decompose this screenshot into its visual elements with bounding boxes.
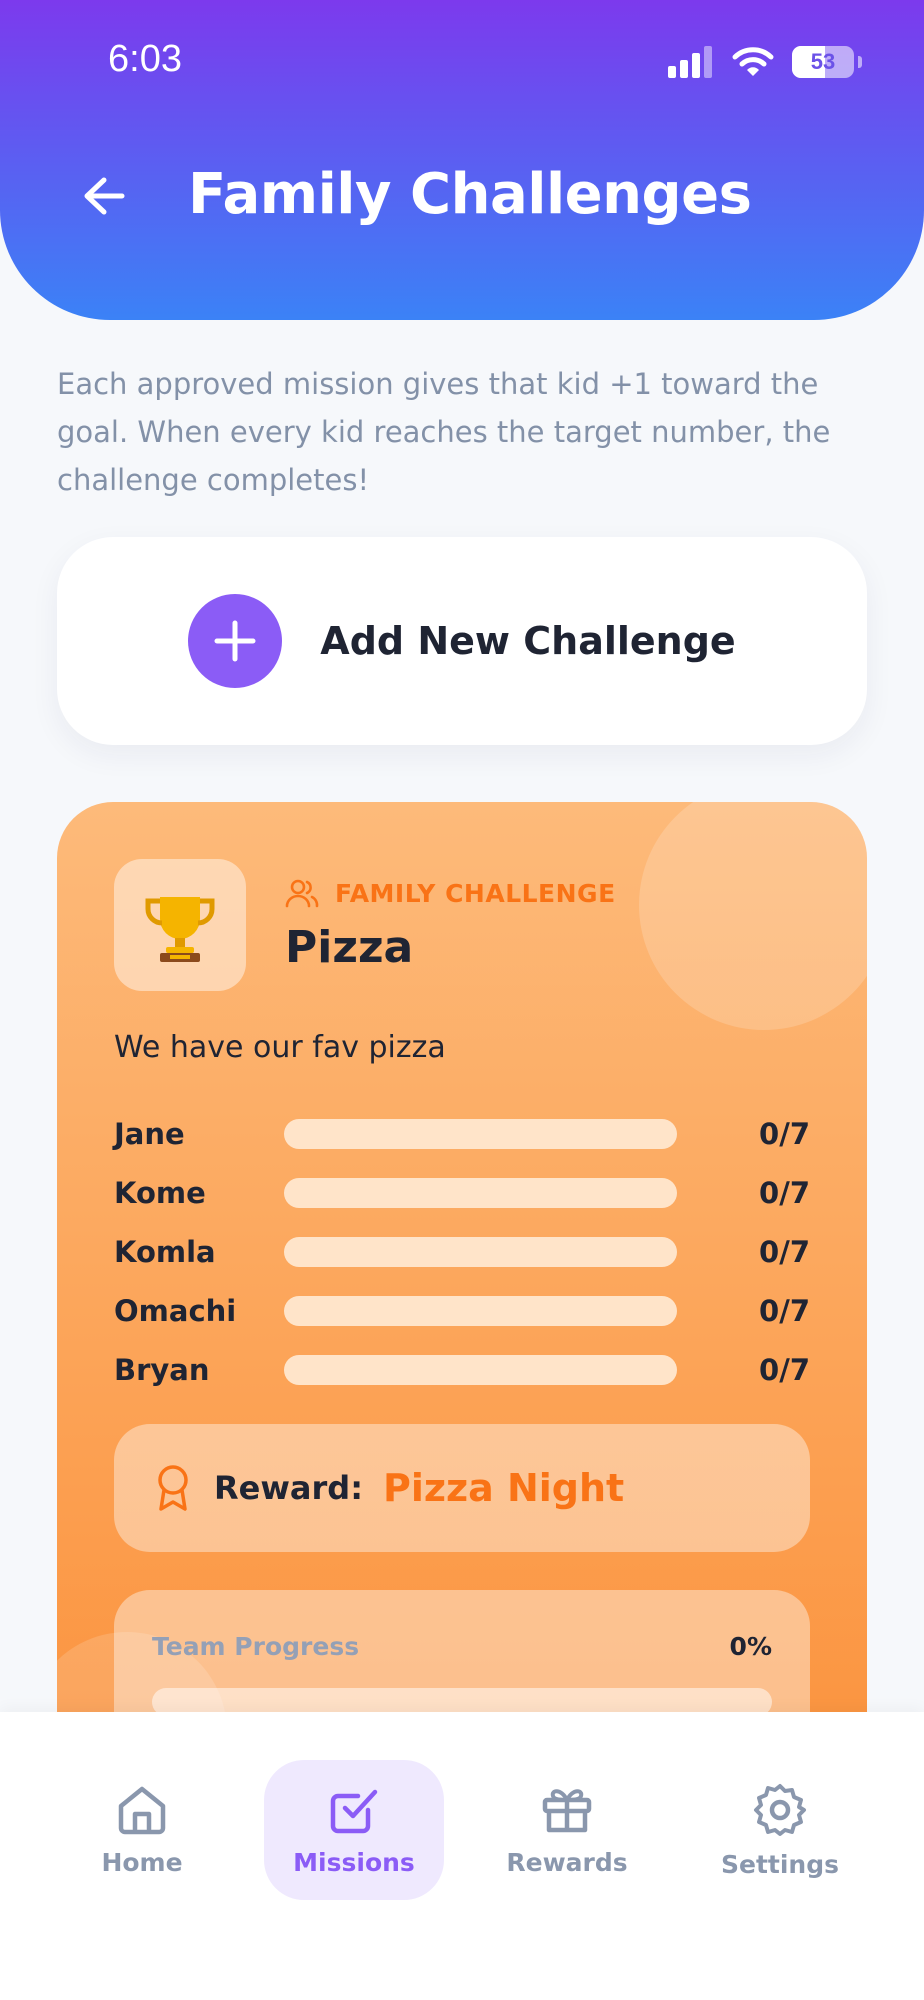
- nav-home[interactable]: Home: [52, 1760, 232, 1900]
- nav-rewards-label: Rewards: [506, 1847, 628, 1877]
- member-progress-row: Omachi 0/7: [114, 1281, 810, 1340]
- header: 6:03 53 Family Challenges: [0, 0, 924, 320]
- nav-rewards[interactable]: Rewards: [477, 1760, 657, 1900]
- battery-tip: [858, 56, 862, 68]
- member-name: Komla: [114, 1234, 216, 1269]
- challenge-type-label: FAMILY CHALLENGE: [335, 878, 616, 908]
- member-progress-bar: [284, 1295, 677, 1326]
- gift-icon: [542, 1788, 592, 1832]
- nav-settings-label: Settings: [720, 1849, 839, 1879]
- member-progress-list: Jane 0/7 Kome 0/7 Komla 0/7 Omachi 0/7 B…: [114, 1104, 810, 1399]
- trophy-icon: [145, 897, 215, 962]
- member-count: 0/7: [759, 1175, 810, 1210]
- member-progress-row: Jane 0/7: [114, 1104, 810, 1163]
- reward-box: Reward: Pizza Night: [114, 1424, 810, 1552]
- challenge-title: Pizza: [285, 922, 414, 973]
- bottom-nav: Home Missions Rewards Settings: [0, 1712, 924, 2000]
- back-button[interactable]: [78, 170, 130, 222]
- home-icon: [118, 1786, 166, 1834]
- add-circle: [188, 594, 283, 688]
- member-progress-bar: [284, 1236, 677, 1267]
- team-progress-label: Team Progress: [152, 1632, 360, 1661]
- gear-icon: [754, 1783, 806, 1836]
- challenge-type: FAMILY CHALLENGE: [285, 878, 616, 908]
- trophy-badge: [114, 859, 246, 991]
- member-name: Kome: [114, 1175, 206, 1210]
- add-challenge-label: Add New Challenge: [320, 619, 736, 663]
- page-title: Family Challenges: [188, 162, 752, 227]
- award-ribbon-icon: [158, 1465, 188, 1511]
- arrow-left-icon: [84, 177, 125, 215]
- reward-value: Pizza Night: [382, 1466, 625, 1510]
- member-name: Jane: [114, 1116, 185, 1151]
- member-count: 0/7: [759, 1116, 810, 1151]
- member-progress-bar: [284, 1177, 677, 1208]
- member-progress-row: Komla 0/7: [114, 1222, 810, 1281]
- challenge-description: We have our fav pizza: [114, 1030, 446, 1065]
- battery-level: 53: [810, 49, 836, 74]
- status-icons: 53: [668, 42, 862, 82]
- intro-text: Each approved mission gives that kid +1 …: [57, 367, 831, 497]
- status-time: 6:03: [108, 38, 182, 80]
- battery-indicator: 53: [792, 46, 854, 78]
- nav-home-label: Home: [101, 1847, 183, 1877]
- member-progress-row: Kome 0/7: [114, 1163, 810, 1222]
- add-challenge-button[interactable]: Add New Challenge: [57, 537, 867, 745]
- users-icon: [285, 879, 319, 908]
- checkbox-icon: [330, 1789, 378, 1833]
- nav-missions-label: Missions: [293, 1847, 415, 1877]
- member-name: Bryan: [114, 1352, 210, 1387]
- signal-icon: [668, 46, 712, 78]
- nav-missions[interactable]: Missions: [264, 1760, 444, 1900]
- member-count: 0/7: [759, 1293, 810, 1328]
- member-name: Omachi: [114, 1293, 237, 1328]
- member-progress-bar: [284, 1118, 677, 1149]
- wifi-icon: [732, 47, 774, 76]
- member-count: 0/7: [759, 1352, 810, 1387]
- reward-label: Reward:: [214, 1469, 363, 1507]
- member-count: 0/7: [759, 1234, 810, 1269]
- member-progress-row: Bryan 0/7: [114, 1340, 810, 1399]
- member-progress-bar: [284, 1354, 677, 1385]
- plus-icon: [214, 620, 256, 662]
- decorative-circle: [639, 802, 867, 1030]
- team-progress-value: 0%: [729, 1632, 772, 1661]
- nav-settings[interactable]: Settings: [690, 1760, 870, 1900]
- challenge-card[interactable]: FAMILY CHALLENGE Pizza We have our fav p…: [57, 802, 867, 1802]
